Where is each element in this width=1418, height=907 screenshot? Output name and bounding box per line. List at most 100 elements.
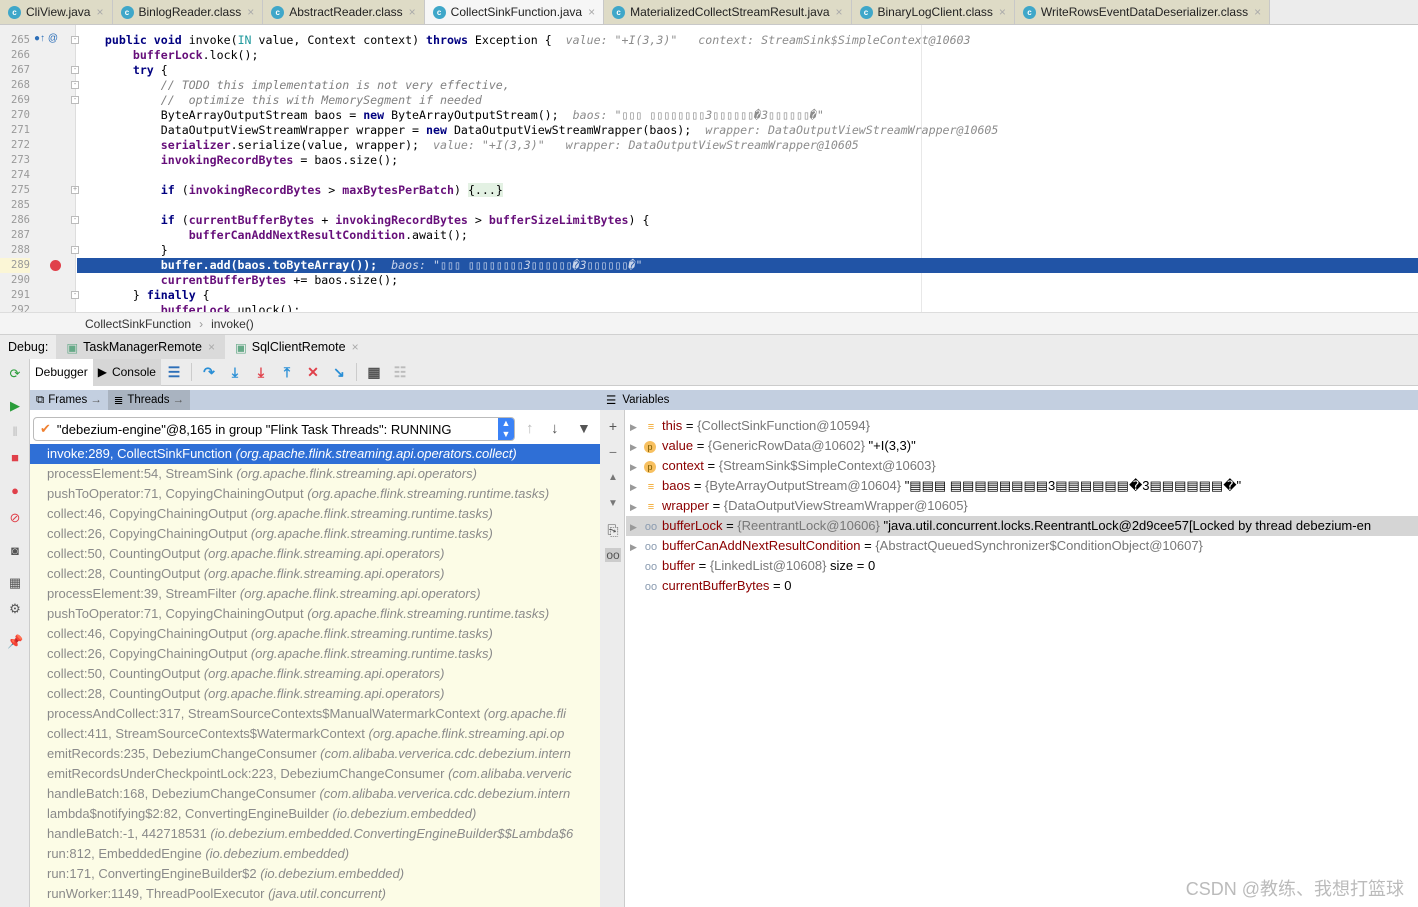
stack-frame[interactable]: collect:50, CountingOutput (org.apache.f… [30, 664, 600, 684]
variable-row[interactable]: ▶ oo bufferCanAddNextResultCondition = {Ab… [626, 536, 1418, 556]
code-line: if (invokingRecordBytes > maxBytesPerBat… [77, 183, 1418, 198]
stack-frame[interactable]: collect:46, CopyingChainingOutput (org.a… [30, 504, 600, 524]
code-line: if (currentBufferBytes + invokingRecordB… [77, 213, 1418, 228]
mute-breakpoints-icon[interactable]: ⊘ [7, 510, 23, 526]
stack-frame[interactable]: lambda$notifying$2:82, ConvertingEngineB… [30, 804, 600, 824]
step-out-icon[interactable]: ⤒ [274, 364, 300, 381]
session-tab-taskmanagerremote[interactable]: ▣ TaskManagerRemote × [56, 335, 225, 359]
tab-console[interactable]: ▶ Console [92, 358, 161, 386]
camera-icon[interactable]: ◙ [7, 543, 23, 559]
expand-arrow-icon[interactable]: ▶ [630, 437, 644, 456]
expand-arrow-icon[interactable]: ▶ [630, 517, 644, 536]
stack-frame[interactable]: collect:50, CountingOutput (org.apache.f… [30, 544, 600, 564]
pause-icon[interactable]: ‖ [7, 424, 23, 440]
code-token: // optimize this with MemorySegment if n… [160, 93, 482, 107]
show-execution-point-icon[interactable]: ☰ [161, 364, 187, 381]
breadcrumb-class[interactable]: CollectSinkFunction [85, 317, 191, 331]
stack-frame[interactable]: processElement:54, StreamSink (org.apach… [30, 464, 600, 484]
stack-frame[interactable]: collect:411, StreamSourceContexts$Waterm… [30, 724, 600, 744]
tab-debugger[interactable]: Debugger [30, 358, 93, 386]
editor-tab[interactable]: c MaterializedCollectStreamResult.java × [604, 0, 852, 24]
stack-frame[interactable]: emitRecords:235, DebeziumChangeConsumer … [30, 744, 600, 764]
stack-frame[interactable]: emitRecordsUnderCheckpointLock:223, Debe… [30, 764, 600, 784]
stack-frame[interactable]: collect:26, CopyingChainingOutput (org.a… [30, 644, 600, 664]
thread-selector[interactable]: ✔ "debezium-engine"@8,165 in group "Flin… [33, 417, 515, 441]
move-down-icon[interactable]: ▼ [605, 498, 621, 509]
close-icon[interactable]: × [588, 5, 595, 19]
close-icon[interactable]: × [247, 5, 254, 19]
variable-row[interactable]: oo currentBufferBytes = 0 [626, 576, 1418, 596]
arrow-down-icon[interactable]: ↓ [551, 420, 559, 437]
stack-frame[interactable]: collect:28, CountingOutput (org.apache.f… [30, 684, 600, 704]
close-icon[interactable]: × [1254, 5, 1261, 19]
layout-icon[interactable]: ▦ [7, 575, 23, 591]
move-up-icon[interactable]: ▲ [605, 472, 621, 483]
close-icon[interactable]: × [96, 5, 103, 19]
stack-frame[interactable]: handleBatch:168, DebeziumChangeConsumer … [30, 784, 600, 804]
expand-arrow-icon[interactable]: ▶ [630, 417, 644, 436]
expand-arrow-icon[interactable]: ▶ [630, 457, 644, 476]
close-icon[interactable]: × [836, 5, 843, 19]
settings-icon[interactable]: ⚙ [7, 601, 23, 617]
filter-icon[interactable]: ▼ [577, 420, 591, 436]
force-step-into-icon[interactable]: ⤓ [248, 364, 274, 381]
code-token: ByteArrayOutputStream baos = [77, 108, 364, 122]
stack-frame[interactable]: invoke:289, CollectSinkFunction (org.apa… [30, 444, 600, 464]
view-breakpoints-icon[interactable]: ● [7, 483, 23, 499]
copy-icon[interactable]: ⎘ [605, 522, 621, 539]
stop-icon[interactable]: ■ [7, 450, 23, 466]
close-icon[interactable]: × [208, 340, 215, 354]
evaluate-expression-icon[interactable]: ▦ [361, 364, 387, 381]
menu-icon[interactable]: ☰ [606, 393, 616, 407]
run-to-cursor-icon[interactable]: ↘ [326, 364, 352, 381]
editor-tab[interactable]: c CliView.java × [0, 0, 113, 24]
close-icon[interactable]: × [409, 5, 416, 19]
variable-row[interactable]: ▶ ≡ wrapper = {DataOutputViewStreamWrapper… [626, 496, 1418, 516]
editor-tab[interactable]: c BinaryLogClient.class × [851, 0, 1015, 24]
watches-icon[interactable]: oo [605, 548, 621, 562]
stack-frame[interactable]: processElement:39, StreamFilter (org.apa… [30, 584, 600, 604]
stack-frame[interactable]: collect:26, CopyingChainingOutput (org.a… [30, 524, 600, 544]
editor-tab[interactable]: c AbstractReader.class × [263, 0, 425, 24]
arrow-up-icon[interactable]: ↑ [526, 420, 534, 437]
stack-frame[interactable]: run:171, ConvertingEngineBuilder$2 (io.d… [30, 864, 600, 884]
drop-frame-icon[interactable]: ✕ [300, 364, 326, 381]
expand-arrow-icon[interactable]: ▶ [630, 537, 644, 556]
editor-tab[interactable]: c BinlogReader.class × [112, 0, 264, 24]
resume-icon[interactable]: ▶ [7, 398, 23, 414]
editor-tab[interactable]: c CollectSinkFunction.java × [424, 0, 605, 24]
code-editor[interactable]: 265- ●↑ @266 267-268-269-270 271 272 273 274 27… [0, 25, 1418, 312]
stack-frame[interactable]: runWorker:1149, ThreadPoolExecutor (java… [30, 884, 600, 904]
step-into-icon[interactable]: ⤓ [222, 364, 248, 381]
stack-frame[interactable]: handleBatch:-1, 442718531 (io.debezium.e… [30, 824, 600, 844]
trace-icon[interactable]: ☷ [387, 364, 413, 381]
pin-icon[interactable]: 📌 [7, 634, 23, 650]
step-over-icon[interactable]: ↷ [196, 364, 222, 381]
expand-arrow-icon[interactable]: ▶ [630, 477, 644, 496]
stack-frame[interactable]: collect:46, CopyingChainingOutput (org.a… [30, 624, 600, 644]
breadcrumb-method[interactable]: invoke() [211, 317, 254, 331]
variable-row[interactable]: oo buffer = {LinkedList@10608} size = 0 [626, 556, 1418, 576]
add-watch-icon[interactable]: + [605, 418, 621, 434]
variable-row[interactable]: ▶ p context = {StreamSink$SimpleContext@10… [626, 456, 1418, 476]
stack-frame[interactable]: processAndCollect:317, StreamSourceConte… [30, 704, 600, 724]
variable-row[interactable]: ▶ p value = {GenericRowData@10602} "+I(3,3… [626, 436, 1418, 456]
rerun-icon[interactable]: ⟳ [7, 366, 23, 382]
close-icon[interactable]: × [999, 5, 1006, 19]
tab-frames[interactable]: ⧉ Frames → [30, 390, 108, 410]
stack-frame[interactable]: run:812, EmbeddedEngine (io.debezium.emb… [30, 844, 600, 864]
remove-watch-icon[interactable]: − [605, 444, 621, 460]
expand-arrow-icon[interactable]: ▶ [630, 497, 644, 516]
stack-frame[interactable]: pushToOperator:71, CopyingChainingOutput… [30, 484, 600, 504]
stack-frame[interactable]: collect:28, CountingOutput (org.apache.f… [30, 564, 600, 584]
variable-row[interactable]: ▶ ≡ baos = {ByteArrayOutputStream@10604} "… [626, 476, 1418, 496]
variable-row[interactable]: ▶ oo bufferLock = {ReentrantLock@10606} "j… [626, 516, 1418, 536]
variable-row[interactable]: ▶ ≡ this = {CollectSinkFunction@10594} [626, 416, 1418, 436]
tab-threads[interactable]: ≣ Threads → [107, 390, 191, 410]
stack-frame[interactable]: pushToOperator:71, CopyingChainingOutput… [30, 604, 600, 624]
chevron-updown-icon[interactable]: ▲ ▼ [498, 418, 514, 440]
breakpoint-icon[interactable] [50, 260, 61, 271]
session-tab-sqlclientremote[interactable]: ▣ SqlClientRemote × [225, 335, 369, 359]
close-icon[interactable]: × [352, 340, 359, 354]
editor-tab[interactable]: c WriteRowsEventDataDeserializer.class × [1014, 0, 1271, 24]
